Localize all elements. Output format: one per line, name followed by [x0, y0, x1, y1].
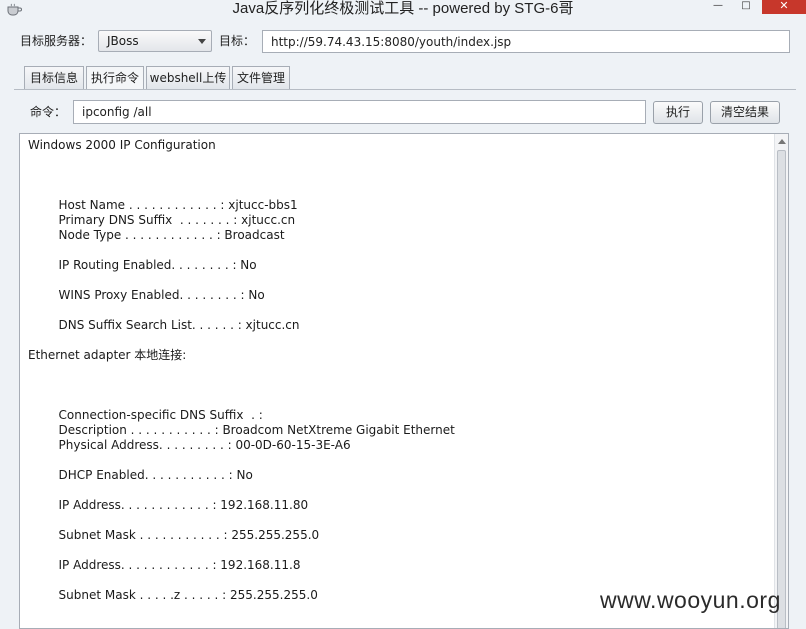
minimize-button[interactable]: —	[706, 0, 730, 14]
output-line: IP Routing Enabled. . . . . . . . : No	[28, 258, 257, 272]
clear-results-button[interactable]: 清空结果	[710, 101, 780, 124]
target-label: 目标：	[219, 34, 256, 48]
output-line: IP Address. . . . . . . . . . . . : 192.…	[28, 558, 301, 572]
output-line: Primary DNS Suffix . . . . . . . : xjtuc…	[28, 213, 296, 227]
target-url-input[interactable]	[262, 30, 790, 53]
scrollbar-thumb[interactable]	[777, 150, 786, 628]
server-label: 目标服务器：	[20, 34, 93, 48]
window-title: Java反序列化终极测试工具 -- powered by STG-6哥	[232, 0, 574, 17]
execute-button[interactable]: 执行	[653, 101, 703, 124]
title-bar: Java反序列化终极测试工具 -- powered by STG-6哥 — □ …	[0, 0, 806, 20]
output-line: Connection-specific DNS Suffix . :	[28, 408, 263, 422]
tab-file-manager[interactable]: 文件管理	[232, 66, 290, 90]
output-line: Host Name . . . . . . . . . . . . : xjtu…	[28, 198, 298, 212]
output-line: IP Address. . . . . . . . . . . . : 192.…	[28, 498, 309, 512]
output-line: WINS Proxy Enabled. . . . . . . . : No	[28, 288, 265, 302]
vertical-scrollbar[interactable]	[774, 134, 788, 628]
server-select[interactable]: JBoss	[98, 30, 212, 52]
output-line: Physical Address. . . . . . . . . : 00-0…	[28, 438, 351, 452]
command-input[interactable]	[73, 100, 646, 124]
watermark: www.wooyun.org	[600, 587, 781, 613]
target-row: 目标服务器： JBoss 目标：	[0, 28, 806, 54]
chevron-down-icon	[198, 39, 206, 44]
output-line: Node Type . . . . . . . . . . . . : Broa…	[28, 228, 285, 242]
tab-panel-divider	[14, 89, 796, 90]
output-line: DHCP Enabled. . . . . . . . . . . : No	[28, 468, 253, 482]
output-line: DNS Suffix Search List. . . . . . : xjtu…	[28, 318, 300, 332]
maximize-button[interactable]: □	[733, 0, 759, 14]
tab-execute-command[interactable]: 执行命令	[86, 66, 144, 90]
scroll-up-arrow-icon[interactable]	[778, 139, 786, 144]
output-line: Description . . . . . . . . . . . : Broa…	[28, 423, 455, 437]
tab-webshell-upload[interactable]: webshell上传	[146, 66, 230, 90]
server-select-value: JBoss	[107, 34, 139, 48]
tab-target-info[interactable]: 目标信息	[24, 66, 84, 90]
output-text: Windows 2000 IP Configuration Host Name …	[28, 138, 773, 603]
command-label: 命令：	[30, 105, 67, 119]
close-button[interactable]: ✕	[762, 0, 806, 14]
output-line: Subnet Mask . . . . . . . . . . . : 255.…	[28, 528, 320, 542]
output-line: Windows 2000 IP Configuration	[28, 138, 216, 152]
output-line: Ethernet adapter 本地连接:	[28, 348, 187, 362]
command-output[interactable]: Windows 2000 IP Configuration Host Name …	[19, 133, 789, 629]
